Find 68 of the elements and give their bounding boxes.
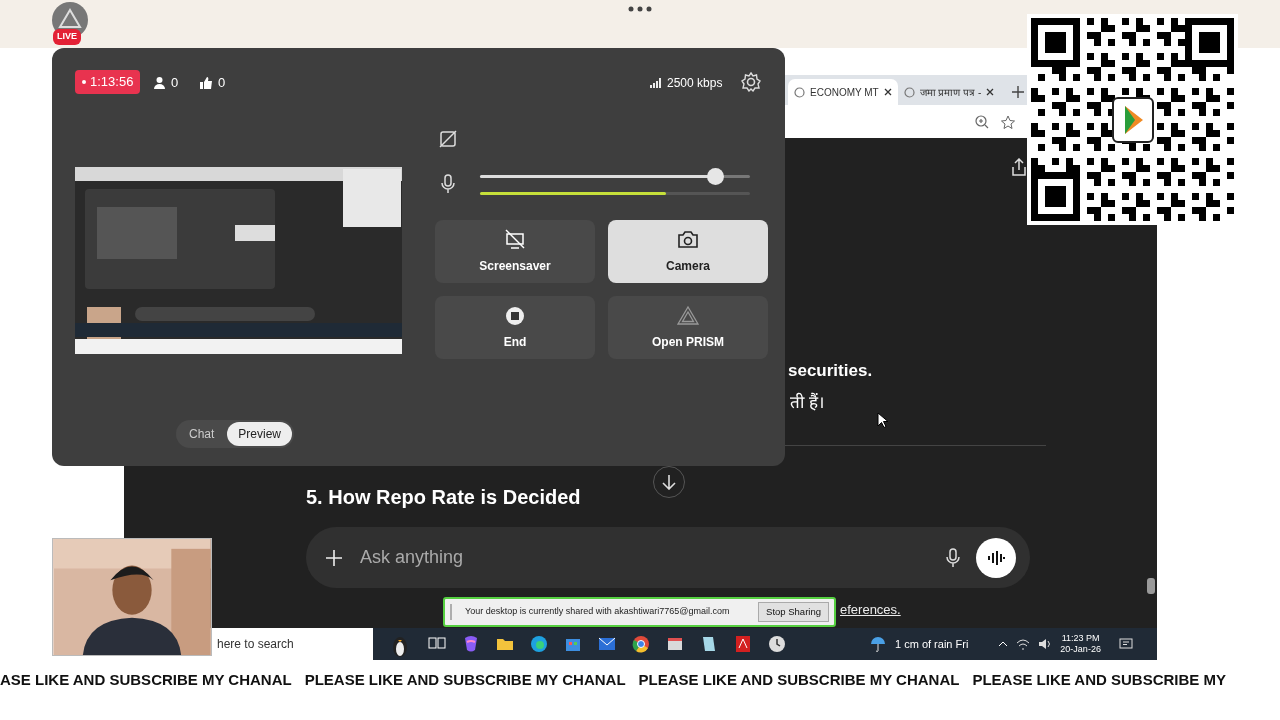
notifications-icon[interactable] [1118,638,1133,650]
arrow-down-icon [662,474,676,490]
browser-tab[interactable]: जमा प्रमाण पत्र - [897,79,1001,105]
share-message: Your desktop is currently shared with akashtiwari7765@gmail.com [464,605,731,619]
waveform-icon [987,549,1005,566]
share-icon[interactable] [1011,158,1027,176]
tile-button[interactable]: End [435,296,595,359]
live-badge: LIVE [53,29,81,45]
cursor-icon [877,412,888,428]
clock-time[interactable]: 11:23 PM [1061,633,1100,644]
globe-icon [794,86,805,98]
viewer-count: 0 [171,74,179,92]
bitrate-text: 2500 kbps [667,75,723,92]
signal-icon [650,78,661,88]
close-icon[interactable] [883,88,892,96]
timer-badge: 1:13:56 [75,70,141,94]
answer-text: securities. [788,360,873,382]
weather-text[interactable]: 1 cm of rain Fri [895,635,969,653]
grip-icon[interactable] [450,604,453,620]
scrollbar[interactable] [1147,578,1155,594]
viewer-icon [154,76,165,89]
more-icon[interactable] [628,6,652,12]
camera-icon [677,228,699,249]
stop-sharing-button[interactable]: Stop Sharing [758,601,829,623]
ticker-text: PLEASE LIKE AND SUBSCRIBE MY CHANAL [304,669,626,690]
plus-icon[interactable] [326,549,342,566]
star-icon[interactable] [1001,114,1015,129]
taskbar-search-field[interactable]: here to search [213,628,373,660]
pdf-icon[interactable] [733,634,753,654]
ticker-text: ASE LIKE AND SUBSCRIBE MY CHANAL [0,669,292,690]
volume-slider-thumb[interactable] [706,168,724,185]
ticker-text: PLEASE LIKE AND SUBSCRIBE MY [972,669,1227,690]
settings-icon[interactable] [741,72,761,92]
answer-text: ती हैं। [790,391,824,414]
like-count: 0 [218,74,226,92]
browser-icon[interactable] [529,634,549,654]
ticker-text: PLEASE LIKE AND SUBSCRIBE MY CHANAL [638,669,960,690]
tile-button[interactable]: Screensaver [435,220,595,283]
tile-button[interactable]: Open PRISM [608,296,768,359]
network-icon[interactable] [1016,638,1031,650]
close-icon[interactable] [986,88,995,96]
voice-button[interactable] [976,537,1016,578]
mic-icon[interactable] [946,547,960,568]
scroll-down-button[interactable] [653,466,685,498]
live-dot-icon [82,80,86,84]
composer-field[interactable]: Ask anything [306,527,1030,588]
chevron-up-icon[interactable] [998,641,1009,647]
globe-icon [903,86,915,98]
triangle-icon [677,304,699,325]
clock-app-icon[interactable] [767,634,787,654]
rain-icon[interactable] [869,635,887,653]
zoom-icon[interactable] [975,114,989,129]
chrome-icon[interactable] [631,634,651,654]
thumbs-up-icon [200,76,212,89]
prompt-field[interactable]: Ask anything [358,543,930,572]
stop-icon [504,304,526,325]
new-tab-icon[interactable] [1012,86,1025,98]
view-toggle-tab[interactable]: Chat [178,422,226,446]
screensaver-off-icon [504,228,526,249]
clock-date[interactable]: 20-Jan-26 [1060,644,1101,655]
volume-icon[interactable] [1038,638,1053,650]
tile-button[interactable]: Camera [608,220,768,283]
references-link[interactable]: eferences. [840,600,901,620]
edit-off-icon[interactable] [439,130,457,148]
section-heading: 5. How Repo Rate is Decided [306,485,581,510]
view-toggle-tab[interactable]: Preview [227,422,293,446]
browser-tab[interactable]: ECONOMY MT [788,79,898,105]
mic-icon[interactable] [441,174,455,194]
